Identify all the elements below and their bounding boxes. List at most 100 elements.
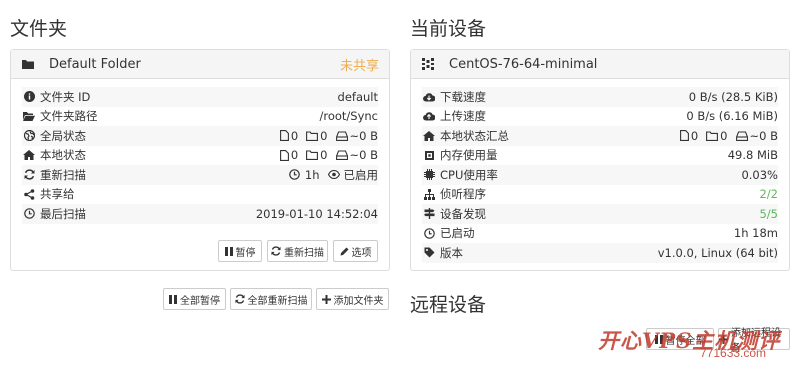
share-icon (23, 188, 35, 200)
size-total: ~0 B (335, 128, 379, 143)
signpost-icon (423, 208, 435, 220)
refresh-icon (234, 294, 245, 304)
size-value: ~0 B (349, 148, 379, 163)
row-value: 0 0 ~0 B (275, 148, 378, 162)
device-panel-heading[interactable]: CentOS-76-64-minimal (411, 50, 789, 79)
rescan-folder-button[interactable]: 重新扫描 (267, 240, 328, 262)
pause-folder-button[interactable]: 暂停 (218, 240, 262, 262)
watch-status: 已启用 (327, 167, 379, 183)
size-total: ~0 B (335, 148, 379, 163)
add-folder-label: 添加文件夹 (333, 295, 384, 307)
pause-label: 暂停 (235, 247, 256, 259)
size-total: ~0 B (735, 128, 779, 143)
info-icon (23, 91, 35, 103)
home-icon (423, 130, 435, 141)
rescan-label: 重新扫描 (284, 247, 324, 259)
sitemap-icon (423, 188, 435, 200)
folder-row-path: 文件夹路径 /root/Sync (22, 107, 378, 127)
dir-count-value: 0 (320, 128, 328, 143)
device-row-cpu: CPU使用率 0.03% (422, 165, 778, 185)
pause-all-folders-button[interactable]: 全部暂停 (163, 288, 226, 310)
folder-panel: Default Folder 未共享 文件夹 ID default 文件夹路径 … (10, 49, 390, 271)
watch-value: 已启用 (343, 167, 379, 182)
hdd-icon (735, 131, 748, 141)
row-value: 2/2 (759, 187, 778, 202)
folder-outline-icon (306, 131, 319, 141)
row-label: 文件夹路径 (40, 109, 98, 124)
row-value: 5/5 (759, 206, 778, 221)
device-panel: CentOS-76-64-minimal 下载速度 0 B/s (28.5 Ki… (410, 49, 790, 271)
row-label: 本地状态汇总 (440, 128, 509, 143)
row-label: 重新扫描 (40, 167, 86, 182)
row-value: 0 B/s (6.16 MiB) (686, 109, 778, 124)
add-folder-button[interactable]: 添加文件夹 (316, 288, 389, 310)
folder-name: Default Folder (49, 56, 141, 72)
pencil-icon (340, 247, 349, 256)
pause-icon (169, 294, 177, 304)
folders-section-title: 文件夹 (10, 18, 68, 40)
row-value: 0 0 ~0 B (275, 129, 378, 143)
file-count: 0 (279, 148, 299, 163)
file-count-value: 0 (290, 148, 299, 163)
folder-outline-icon (306, 150, 319, 161)
pause-icon (224, 246, 233, 256)
watermark-url: 771633.com (700, 346, 767, 360)
file-icon (679, 130, 689, 142)
device-row-local-summary: 本地状态汇总 0 0 ~0 B (422, 126, 778, 146)
hdd-icon (335, 131, 348, 141)
device-row-upload: 上传速度 0 B/s (6.16 MiB) (422, 107, 778, 127)
eye-icon (327, 170, 340, 180)
tag-icon (423, 247, 435, 258)
file-icon (279, 130, 289, 142)
dir-count-value: 0 (320, 148, 328, 163)
file-count: 0 (279, 128, 299, 143)
row-label: 本地状态 (40, 148, 86, 163)
row-value: 49.8 MiB (727, 148, 778, 163)
folder-panel-heading[interactable]: Default Folder 未共享 (11, 50, 389, 79)
dir-count: 0 (706, 129, 728, 143)
row-value: /root/Sync (319, 109, 378, 124)
memory-icon (423, 150, 435, 161)
rescan-all-button[interactable]: 全部重新扫描 (230, 288, 312, 310)
row-label: CPU使用率 (440, 167, 498, 182)
row-label: 设备发现 (440, 206, 486, 221)
remote-section-title: 远程设备 (410, 294, 487, 316)
clock-icon (289, 169, 300, 181)
device-row-listeners: 侦听程序 2/2 (422, 185, 778, 205)
device-row-version: 版本 v1.0.0, Linux (64 bit) (422, 243, 778, 263)
refresh-icon (271, 246, 281, 256)
row-value: 1h 已启用 (284, 167, 378, 183)
home-icon (23, 150, 35, 161)
device-row-uptime: 已启动 1h 18m (422, 224, 778, 244)
folder-row-id: 文件夹 ID default (22, 87, 378, 107)
folder-open-icon (23, 111, 35, 122)
rescan-all-label: 全部重新扫描 (247, 295, 308, 307)
row-value: v1.0.0, Linux (64 bit) (657, 245, 778, 260)
folder-options-button[interactable]: 选项 (333, 240, 378, 262)
size-value: ~0 B (349, 128, 379, 143)
plus-icon (321, 294, 331, 304)
file-icon (279, 149, 289, 161)
device-row-memory: 内存使用量 49.8 MiB (422, 146, 778, 166)
device-row-download: 下载速度 0 B/s (28.5 KiB) (422, 87, 778, 107)
row-value: default (337, 89, 378, 104)
interval-value: 1h (304, 167, 320, 182)
row-value: 1h 18m (733, 226, 778, 241)
row-value: 0 B/s (28.5 KiB) (688, 89, 778, 104)
size-value: ~0 B (749, 128, 779, 143)
row-label: 已启动 (440, 226, 475, 241)
device-row-discovery: 设备发现 5/5 (422, 204, 778, 224)
folder-outline-icon (706, 131, 719, 141)
globe-icon (23, 130, 35, 142)
rescan-interval: 1h (289, 168, 320, 182)
cpu-icon (423, 169, 435, 181)
cloud-upload-icon (423, 111, 435, 121)
row-label: 文件夹 ID (40, 89, 91, 104)
dir-count: 0 (306, 148, 328, 163)
qr-identicon-icon (421, 58, 435, 70)
folder-row-local-state: 本地状态 0 0 ~0 B (22, 146, 378, 166)
file-count-value: 0 (290, 128, 299, 143)
row-value: 0.03% (741, 167, 778, 182)
hdd-icon (335, 150, 348, 161)
options-label: 选项 (351, 247, 372, 259)
